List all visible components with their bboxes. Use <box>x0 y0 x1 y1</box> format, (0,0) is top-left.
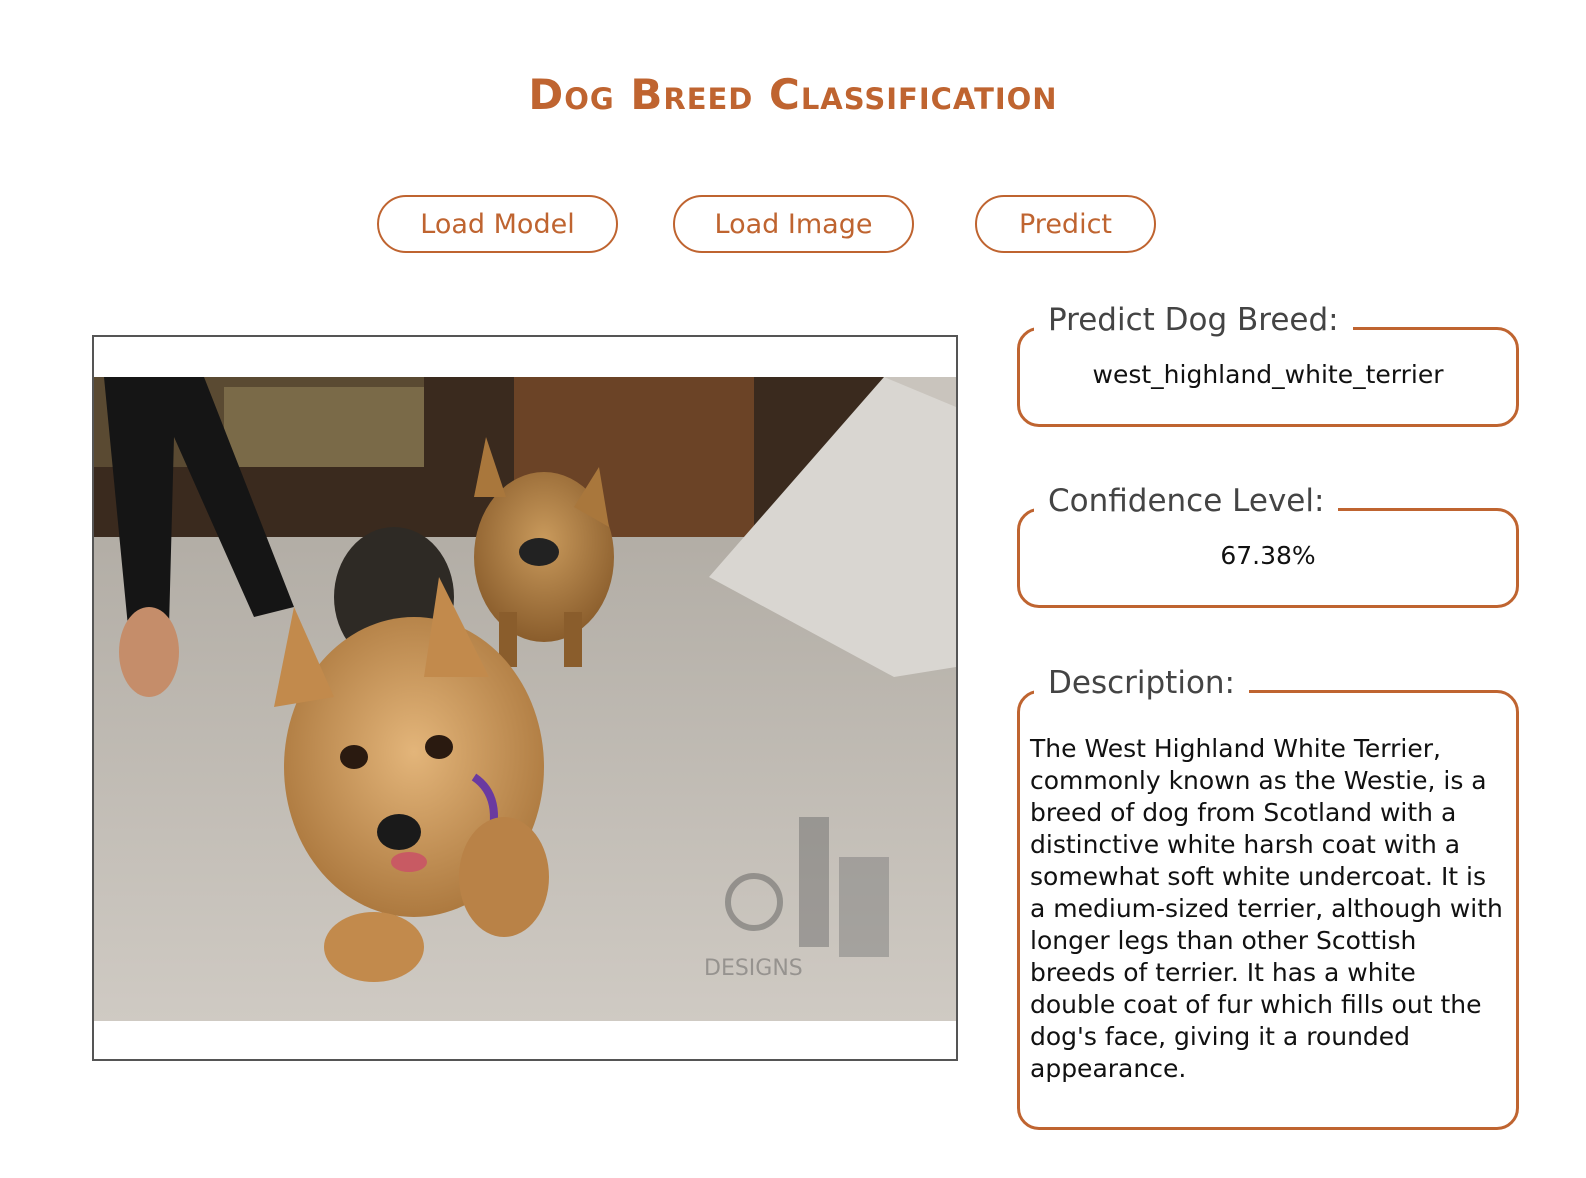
predicted-breed-value: west_highland_white_terrier <box>1092 360 1444 389</box>
predicted-breed-label: Predict Dog Breed: <box>1034 300 1353 340</box>
description-text: The West Highland White Terrier, commonl… <box>1030 734 1503 1083</box>
load-image-button[interactable]: Load Image <box>673 195 914 253</box>
confidence-label: Confidence Level: <box>1034 481 1339 521</box>
description-group: Description: The West Highland White Ter… <box>1017 663 1519 1130</box>
page-title: Dog Breed Classification <box>528 70 1058 119</box>
dog-photo: DESIGNS <box>94 377 956 1021</box>
load-model-button[interactable]: Load Model <box>377 195 618 253</box>
confidence-group: Confidence Level: 67.38% <box>1017 481 1519 608</box>
predict-button[interactable]: Predict <box>975 195 1156 253</box>
description-label: Description: <box>1034 663 1249 703</box>
confidence-value: 67.38% <box>1220 541 1316 570</box>
watermark-text: DESIGNS <box>704 956 803 981</box>
predicted-breed-group: Predict Dog Breed: west_highland_white_t… <box>1017 300 1519 427</box>
image-preview-frame: DESIGNS <box>92 335 958 1061</box>
